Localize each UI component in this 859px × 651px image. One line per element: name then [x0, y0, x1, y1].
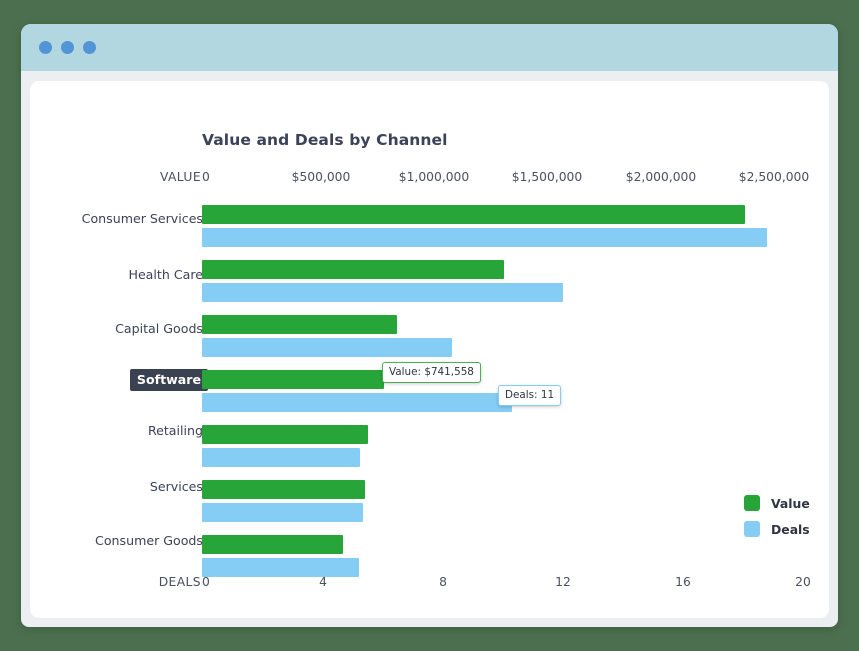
window-titlebar — [21, 24, 838, 71]
deals-axis-tick: 8 — [439, 575, 447, 589]
value-axis-tick: $2,500,000 — [738, 170, 810, 184]
category-label-consumer-goods: Consumer Goods — [95, 533, 203, 548]
value-axis-tick: $2,000,000 — [625, 170, 697, 184]
value-axis-tick: $500,000 — [291, 170, 351, 184]
bar-value-retailing[interactable] — [202, 425, 368, 444]
category-label-consumer-services: Consumer Services — [81, 211, 203, 226]
window-dot-minimize-icon[interactable] — [61, 41, 74, 54]
bar-value-consumer-goods[interactable] — [202, 535, 343, 554]
screenshot-root: Value and Deals by Channel VALUE 0 $500,… — [0, 0, 859, 651]
deals-axis-label: DEALS — [158, 575, 201, 589]
browser-window: Value and Deals by Channel VALUE 0 $500,… — [21, 24, 838, 627]
bar-deals-retailing[interactable] — [202, 448, 360, 467]
value-axis-label: VALUE — [159, 170, 201, 184]
category-label-capital-goods: Capital Goods — [115, 321, 203, 336]
window-dot-maximize-icon[interactable] — [83, 41, 96, 54]
bar-deals-services[interactable] — [202, 503, 363, 522]
value-axis: VALUE 0 $500,000 $1,000,000 $1,500,000 $… — [30, 170, 829, 188]
value-tooltip: Value: $741,558 — [382, 362, 481, 383]
category-label-retailing: Retailing — [147, 423, 203, 438]
legend-item-value[interactable]: Value — [744, 495, 810, 511]
value-axis-tick: 0 — [202, 170, 210, 184]
category-label-software-highlight: Software — [129, 369, 208, 391]
bar-value-capital-goods[interactable] — [202, 315, 397, 334]
bar-deals-capital-goods[interactable] — [202, 338, 452, 357]
chart-legend: Value Deals — [744, 495, 810, 547]
chart-title: Value and Deals by Channel — [202, 131, 448, 149]
bar-value-software[interactable] — [202, 370, 384, 389]
bar-deals-software[interactable] — [202, 393, 512, 412]
legend-swatch-value-icon — [744, 495, 760, 511]
deals-axis-tick: 0 — [202, 575, 210, 589]
bar-value-consumer-services[interactable] — [202, 205, 745, 224]
window-dot-close-icon[interactable] — [39, 41, 52, 54]
category-label-software[interactable]: Software — [129, 369, 208, 391]
deals-axis-tick: 12 — [555, 575, 571, 589]
bar-deals-health-care[interactable] — [202, 283, 563, 302]
value-axis-tick: $1,500,000 — [511, 170, 583, 184]
bar-value-services[interactable] — [202, 480, 365, 499]
legend-label-deals: Deals — [771, 521, 810, 537]
legend-item-deals[interactable]: Deals — [744, 521, 810, 537]
value-axis-tick: $1,000,000 — [398, 170, 470, 184]
legend-label-value: Value — [771, 495, 810, 511]
chart-card: Value and Deals by Channel VALUE 0 $500,… — [30, 81, 829, 618]
category-label-health-care: Health Care — [128, 267, 203, 282]
category-label-services: Services — [149, 479, 203, 494]
deals-axis-tick: 20 — [795, 575, 811, 589]
bar-deals-consumer-services[interactable] — [202, 228, 767, 247]
deals-tooltip: Deals: 11 — [498, 385, 562, 406]
deals-axis-tick: 4 — [319, 575, 327, 589]
deals-axis: DEALS 0 4 8 12 16 20 — [30, 575, 829, 593]
bar-chart: Value and Deals by Channel VALUE 0 $500,… — [30, 81, 829, 618]
legend-swatch-deals-icon — [744, 521, 760, 537]
bar-value-health-care[interactable] — [202, 260, 504, 279]
deals-axis-tick: 16 — [675, 575, 691, 589]
